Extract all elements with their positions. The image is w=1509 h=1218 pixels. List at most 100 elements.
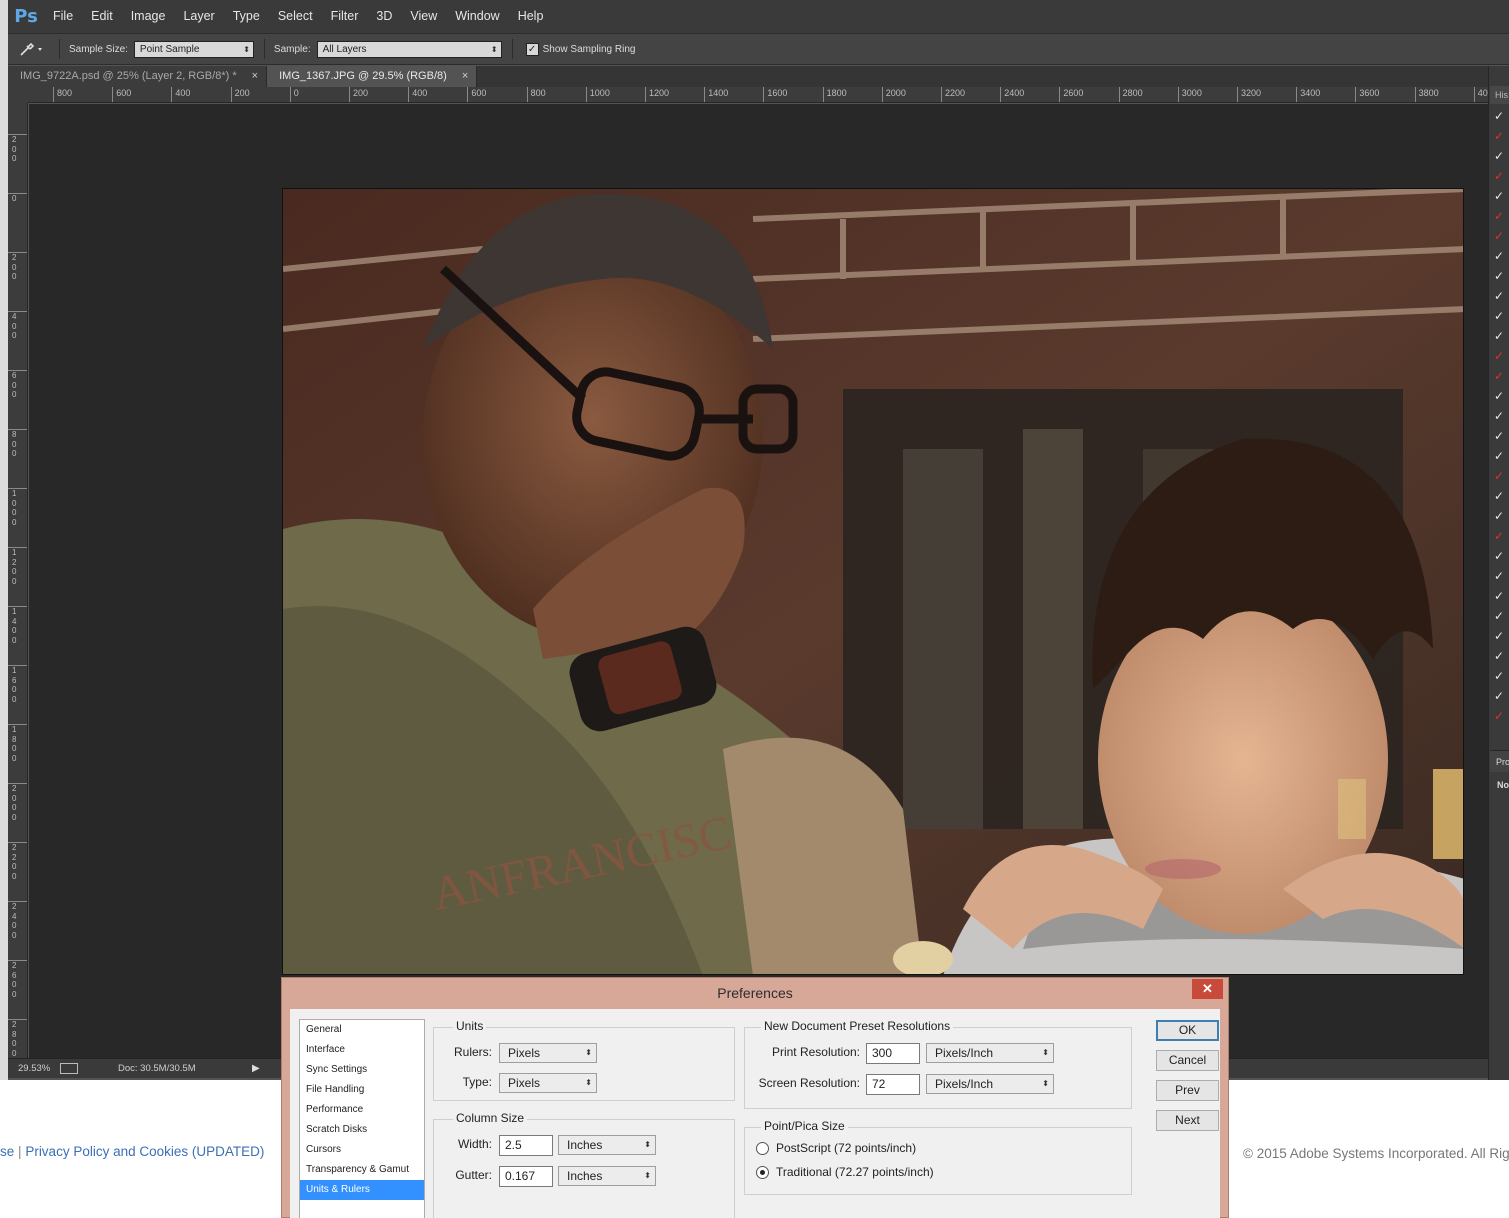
- close-tab-icon[interactable]: ×: [252, 70, 258, 82]
- history-check-icon[interactable]: ✓: [1494, 147, 1508, 165]
- history-check-icon[interactable]: ✓: [1494, 427, 1508, 445]
- history-check-icon[interactable]: ✓: [1494, 547, 1508, 565]
- postscript-option[interactable]: PostScript (72 points/inch): [756, 1141, 916, 1155]
- history-check-icon[interactable]: ✓: [1494, 647, 1508, 665]
- rulers-value: Pixels: [508, 1046, 541, 1060]
- menu-type[interactable]: Type: [224, 0, 269, 33]
- menu-help[interactable]: Help: [509, 0, 553, 33]
- traditional-option[interactable]: Traditional (72.27 points/inch): [756, 1165, 934, 1179]
- history-check-icon[interactable]: ✓: [1494, 687, 1508, 705]
- document-photo[interactable]: ANFRANCISC: [282, 188, 1464, 975]
- history-check-icon[interactable]: ✓: [1494, 667, 1508, 685]
- category-item[interactable]: General: [300, 1020, 424, 1040]
- category-item[interactable]: Cursors: [300, 1140, 424, 1160]
- menu-filter[interactable]: Filter: [322, 0, 368, 33]
- close-icon[interactable]: ✕: [1192, 979, 1223, 999]
- prev-button[interactable]: Prev: [1156, 1080, 1219, 1101]
- history-check-icon[interactable]: ✓: [1494, 227, 1508, 245]
- gutter-unit-select[interactable]: Inches ⬍: [558, 1166, 656, 1186]
- cancel-button[interactable]: Cancel: [1156, 1050, 1219, 1071]
- tool-preset-picker[interactable]: [8, 37, 54, 61]
- history-check-icon[interactable]: ✓: [1494, 447, 1508, 465]
- history-check-icon[interactable]: ✓: [1494, 387, 1508, 405]
- history-check-icon[interactable]: ✓: [1494, 707, 1508, 725]
- history-panel-tab[interactable]: His: [1490, 86, 1509, 104]
- column-width-field[interactable]: 2.5: [499, 1135, 553, 1156]
- history-check-icon[interactable]: ✓: [1494, 467, 1508, 485]
- show-sampling-ring-checkbox[interactable]: ✓: [525, 42, 539, 56]
- zoom-level[interactable]: 29.53%: [8, 1063, 60, 1074]
- category-item[interactable]: Performance: [300, 1100, 424, 1120]
- menu-image[interactable]: Image: [122, 0, 175, 33]
- tab-img-9722a[interactable]: IMG_9722A.psd @ 25% (Layer 2, RGB/8*) * …: [8, 66, 268, 87]
- category-item[interactable]: Transparency & Gamut: [300, 1160, 424, 1180]
- history-check-icon[interactable]: ✓: [1494, 367, 1508, 385]
- canvas-area[interactable]: ANFRANCISC: [29, 104, 1488, 1058]
- history-check-icon[interactable]: ✓: [1494, 187, 1508, 205]
- ruler-origin[interactable]: [8, 87, 28, 103]
- select-arrows-icon: ⬍: [644, 1140, 651, 1149]
- history-check-icon[interactable]: ✓: [1494, 167, 1508, 185]
- options-bar: Sample Size: Point Sample ⬍ Sample: All …: [8, 33, 1509, 65]
- print-resolution-unit-select[interactable]: Pixels/Inch ⬍: [926, 1043, 1054, 1063]
- history-check-icon[interactable]: ✓: [1494, 507, 1508, 525]
- properties-panel-tab[interactable]: Pro: [1490, 750, 1509, 772]
- history-check-icon[interactable]: ✓: [1494, 527, 1508, 545]
- vertical-ruler[interactable]: 2 0 0 0 2 0 0 4 0 0 6 0 0 8 0 0 1 0 0 0 1 2 0 0…: [8, 103, 28, 1058]
- footer-links: se | Privacy Policy and Cookies (UPDATED…: [0, 1144, 264, 1159]
- history-check-icon[interactable]: ✓: [1494, 487, 1508, 505]
- menu-window[interactable]: Window: [446, 0, 508, 33]
- type-select[interactable]: Pixels ⬍: [499, 1073, 597, 1093]
- screen-resolution-value: 72: [872, 1077, 886, 1091]
- menu-file[interactable]: File: [44, 0, 82, 33]
- tab-img-1367[interactable]: IMG_1367.JPG @ 29.5% (RGB/8) ×: [267, 66, 478, 87]
- history-check-icon[interactable]: ✓: [1494, 307, 1508, 325]
- photoshop-window: Ps File Edit Image Layer Type Select Fil…: [8, 0, 1509, 1080]
- history-check-icon[interactable]: ✓: [1494, 347, 1508, 365]
- column-width-unit-select[interactable]: Inches ⬍: [558, 1135, 656, 1155]
- history-check-icon[interactable]: ✓: [1494, 327, 1508, 345]
- screen-resolution-unit: Pixels/Inch: [935, 1077, 994, 1091]
- traditional-radio[interactable]: [756, 1165, 769, 1179]
- menu-3d[interactable]: 3D: [367, 0, 401, 33]
- history-check-icon[interactable]: ✓: [1494, 627, 1508, 645]
- footer-link-truncated[interactable]: se: [0, 1144, 14, 1159]
- privacy-policy-link[interactable]: Privacy Policy and Cookies (UPDATED): [25, 1144, 264, 1159]
- category-item[interactable]: Scratch Disks: [300, 1120, 424, 1140]
- ok-button[interactable]: OK: [1156, 1020, 1219, 1041]
- history-check-icon[interactable]: ✓: [1494, 607, 1508, 625]
- category-item[interactable]: Interface: [300, 1040, 424, 1060]
- history-check-icon[interactable]: ✓: [1494, 107, 1508, 125]
- screen-resolution-unit-select[interactable]: Pixels/Inch ⬍: [926, 1074, 1054, 1094]
- sample-size-select[interactable]: Point Sample ⬍: [133, 40, 254, 58]
- history-check-icon[interactable]: ✓: [1494, 267, 1508, 285]
- history-check-icon[interactable]: ✓: [1494, 127, 1508, 145]
- status-menu-arrow-icon[interactable]: ▶: [252, 1063, 260, 1074]
- category-item[interactable]: Units & Rulers: [300, 1180, 424, 1200]
- history-check-icon[interactable]: ✓: [1494, 287, 1508, 305]
- sample-select[interactable]: All Layers ⬍: [316, 40, 502, 58]
- separator: [59, 39, 60, 59]
- postscript-radio[interactable]: [756, 1141, 769, 1155]
- export-icon[interactable]: [60, 1063, 78, 1074]
- menu-select[interactable]: Select: [269, 0, 322, 33]
- menu-edit[interactable]: Edit: [82, 0, 122, 33]
- menu-layer[interactable]: Layer: [174, 0, 223, 33]
- dialog-body: General Interface Sync Settings File Handli…: [290, 1009, 1220, 1218]
- horizontal-ruler[interactable]: 800 600 400 200 0 200 400 600 800 1000 1200 1400 160…: [28, 87, 1488, 103]
- screen-resolution-field[interactable]: 72: [866, 1074, 920, 1095]
- show-sampling-ring-label: Show Sampling Ring: [542, 43, 636, 55]
- close-tab-icon[interactable]: ×: [462, 70, 468, 82]
- print-resolution-field[interactable]: 300: [866, 1043, 920, 1064]
- history-check-icon[interactable]: ✓: [1494, 407, 1508, 425]
- category-item[interactable]: File Handling: [300, 1080, 424, 1100]
- history-check-icon[interactable]: ✓: [1494, 587, 1508, 605]
- category-item[interactable]: Sync Settings: [300, 1060, 424, 1080]
- history-check-icon[interactable]: ✓: [1494, 207, 1508, 225]
- history-check-icon[interactable]: ✓: [1494, 567, 1508, 585]
- rulers-select[interactable]: Pixels ⬍: [499, 1043, 597, 1063]
- menu-view[interactable]: View: [401, 0, 446, 33]
- next-button[interactable]: Next: [1156, 1110, 1219, 1131]
- gutter-field[interactable]: 0.167: [499, 1166, 553, 1187]
- history-check-icon[interactable]: ✓: [1494, 247, 1508, 265]
